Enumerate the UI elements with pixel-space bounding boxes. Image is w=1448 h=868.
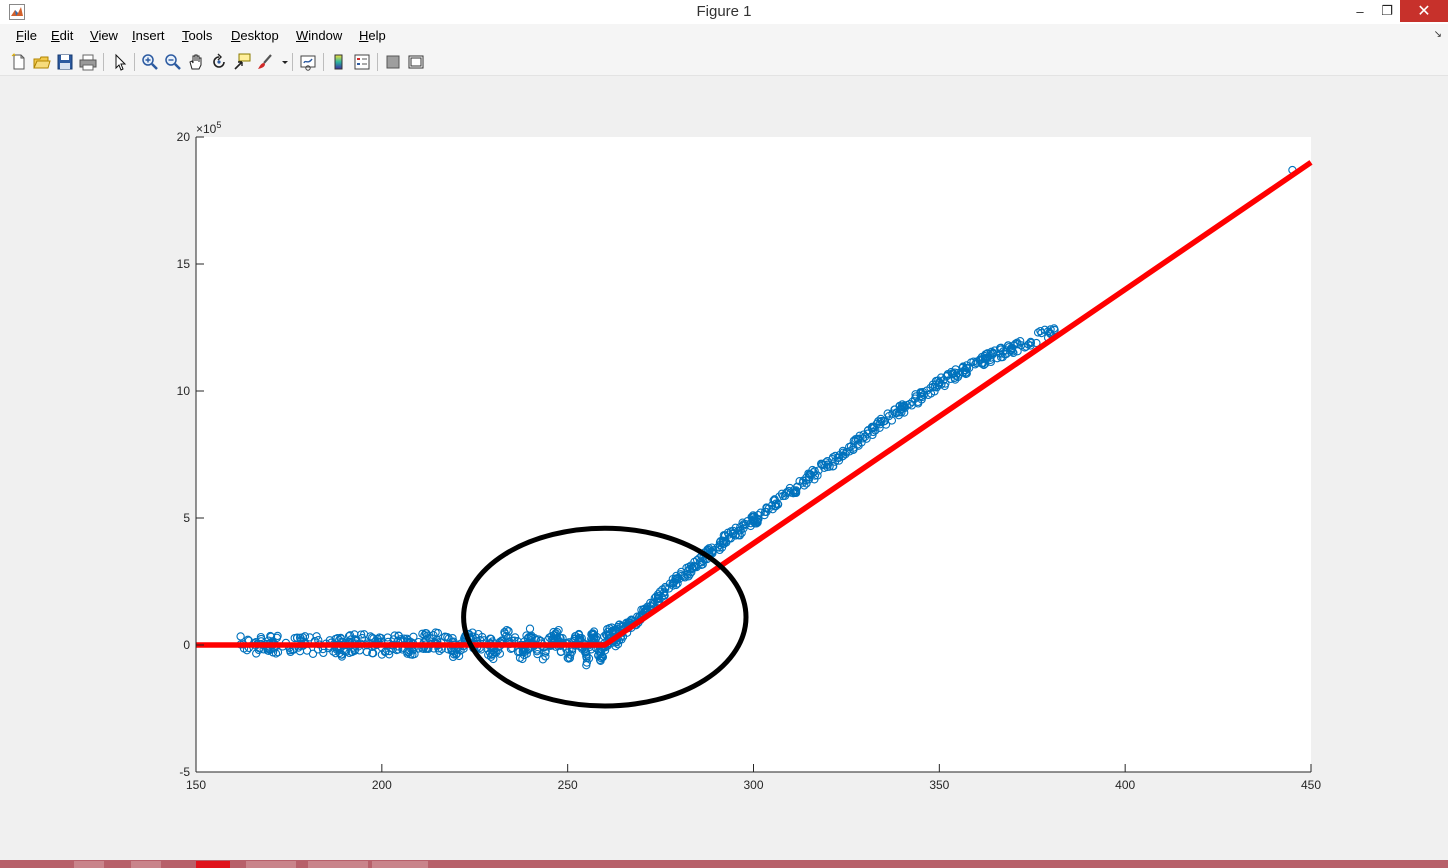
y-tick-label: 5 [183,511,190,525]
y-exponent-base: ×10 [196,122,217,136]
y-tick-label: 0 [183,638,190,652]
menu-tools[interactable]: Tools [182,28,212,43]
menu-bar: File Edit View Insert Tools Desktop Wind… [0,24,1448,48]
menu-file[interactable]: File [16,28,37,43]
new-figure-icon[interactable] [10,53,28,71]
toolbar-separator [103,53,104,71]
show-plot-tools-icon[interactable] [407,53,425,71]
link-plot-icon[interactable] [299,53,317,71]
x-tick-label: 250 [558,778,578,792]
toolbar-separator [134,53,135,71]
x-tick-label: 150 [186,778,206,792]
x-tick-label: 400 [1115,778,1135,792]
x-tick-label: 350 [929,778,949,792]
menu-help[interactable]: Help [359,28,386,43]
taskbar-item[interactable] [308,861,368,868]
rotate-3d-icon[interactable] [210,53,228,71]
zoom-in-icon[interactable] [141,53,159,71]
scatter-plot[interactable]: 150 200 250 300 350 400 450-505101520 ×105 [0,76,1448,860]
data-cursor-icon[interactable] [233,53,251,71]
close-button[interactable]: ✕ [1400,0,1448,22]
matlab-figure-window: Figure 1 – ❐ ✕ File Edit View Insert Too… [0,0,1448,868]
axes-background[interactable] [196,137,1311,772]
toolbar-separator [377,53,378,71]
minimize-button[interactable]: – [1346,0,1374,22]
menu-desktop[interactable]: Desktop [231,28,279,43]
taskbar-item[interactable] [131,861,161,868]
y-tick-label: 15 [177,257,191,271]
y-tick-label: -5 [179,765,190,779]
menu-window[interactable]: Window [296,28,342,43]
y-exponent-label: ×105 [196,120,221,136]
legend-icon[interactable] [353,53,371,71]
brush-icon[interactable] [256,53,274,71]
toolbar-separator [292,53,293,71]
x-tick-label: 450 [1301,778,1321,792]
y-tick-label: 20 [177,130,191,144]
dock-arrow-icon[interactable]: ↘ [1434,29,1442,40]
taskbar-item[interactable] [246,861,296,868]
figure-toolbar [0,48,1448,76]
taskbar-item[interactable] [196,861,230,868]
open-file-icon[interactable] [33,53,51,71]
pan-hand-icon[interactable] [187,53,205,71]
window-title: Figure 1 [696,3,752,20]
colorbar-icon[interactable] [330,53,348,71]
y-tick-label: 10 [177,384,191,398]
hide-plot-tools-icon[interactable] [384,53,402,71]
toolbar-separator [323,53,324,71]
figure-canvas[interactable]: 150 200 250 300 350 400 450 -5 0 5 10 15 20 ×105 [0,76,1448,860]
os-taskbar [0,860,1448,868]
print-icon[interactable] [79,53,97,71]
brush-dropdown-icon[interactable] [276,53,288,71]
x-tick-label: 200 [372,778,392,792]
taskbar-item[interactable] [372,861,428,868]
y-exponent-power: 5 [216,120,221,130]
zoom-out-icon[interactable] [164,53,182,71]
taskbar-item[interactable] [74,861,104,868]
menu-insert[interactable]: Insert [132,28,165,43]
x-tick-label: 300 [743,778,763,792]
maximize-button[interactable]: ❐ [1374,0,1400,22]
save-icon[interactable] [56,53,74,71]
menu-edit[interactable]: Edit [51,28,73,43]
menu-view[interactable]: View [90,28,118,43]
title-bar[interactable]: Figure 1 – ❐ ✕ [0,0,1448,24]
edit-plot-arrow-icon[interactable] [111,53,129,71]
